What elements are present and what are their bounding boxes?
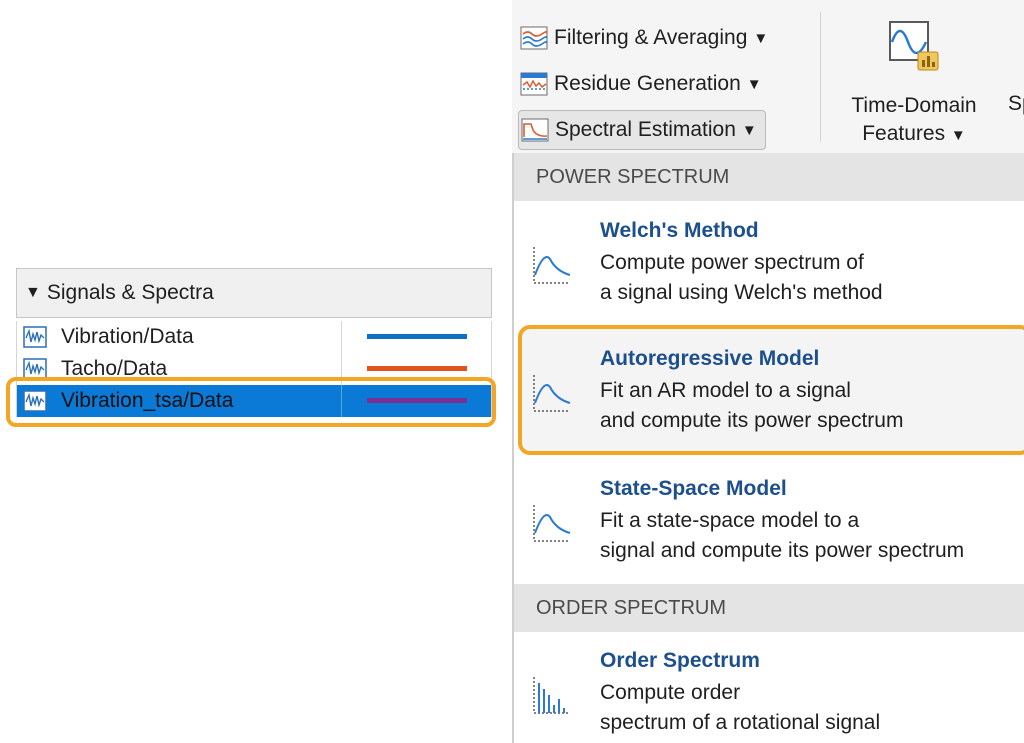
time-domain-features-button[interactable]: Time-Domain Features ▼ <box>830 18 998 148</box>
spectrum-curve-icon <box>533 247 571 284</box>
order-spectrum-title: Order Spectrum <box>600 649 760 672</box>
column-divider <box>341 321 342 353</box>
signal-color-swatch[interactable] <box>367 366 467 371</box>
spectral-estimation-label: Spectral Estimation <box>555 118 736 141</box>
collapse-triangle-icon[interactable]: ▼ <box>25 284 41 302</box>
residue-generation-button[interactable]: Residue Generation ▼ <box>518 66 768 102</box>
chevron-down-icon: ▼ <box>950 127 966 144</box>
filtering-averaging-button[interactable]: Filtering & Averaging ▼ <box>518 20 774 56</box>
spectral-estimation-button[interactable]: Spectral Estimation ▼ <box>518 110 766 150</box>
signal-color-swatch[interactable] <box>367 334 467 339</box>
menu-item-order-spectrum[interactable]: Order Spectrum Compute order spectrum of… <box>514 643 1024 743</box>
signal-row-vibration[interactable]: Vibration/Data <box>16 321 492 353</box>
order-spectrum-bars-icon <box>533 677 570 714</box>
autoregressive-model-title: Autoregressive Model <box>600 347 820 370</box>
welchs-method-title: Welch's Method <box>600 219 759 242</box>
filter-chart-icon <box>520 26 548 50</box>
time-domain-label-line1: Time-Domain <box>851 94 977 117</box>
time-domain-label-line2: Features ▼ <box>830 120 998 150</box>
menu-item-welchs-method[interactable]: Welch's Method Compute power spectrum of… <box>514 213 1024 323</box>
welchs-method-desc2: a signal using Welch's method <box>600 281 883 304</box>
signal-waveform-icon <box>23 326 47 348</box>
chevron-down-icon: ▼ <box>741 121 757 139</box>
spectral-estimation-menu: POWER SPECTRUM Welch's Method Compute po… <box>512 153 1024 743</box>
spectral-features-label: Sp Fe <box>1008 92 1024 115</box>
spectral-features-button-partial[interactable]: Sp Fe <box>1008 90 1024 118</box>
menu-item-autoregressive-model[interactable]: Autoregressive Model Fit an AR model to … <box>514 341 1024 451</box>
state-space-model-desc1: Fit a state-space model to a <box>600 509 860 532</box>
spectrum-curve-icon <box>533 375 571 412</box>
chevron-down-icon: ▼ <box>753 29 769 47</box>
signals-spectra-header[interactable]: ▼ Signals & Spectra <box>16 268 492 318</box>
order-spectrum-desc2: spectrum of a rotational signal <box>600 711 881 734</box>
spectral-chart-icon <box>521 118 549 142</box>
toolstrip-divider <box>820 12 821 142</box>
section-header-order-spectrum: ORDER SPECTRUM <box>514 584 1024 632</box>
state-space-model-desc2: signal and compute its power spectrum <box>600 539 965 562</box>
sine-wave-icon <box>889 21 939 71</box>
residue-generation-label: Residue Generation <box>554 72 741 95</box>
residue-chart-icon <box>520 72 548 96</box>
welchs-method-desc1: Compute power spectrum of <box>600 251 864 274</box>
signal-name: Vibration/Data <box>61 325 194 348</box>
section-header-power-spectrum: POWER SPECTRUM <box>514 153 1024 201</box>
chevron-down-icon: ▼ <box>746 75 762 93</box>
menu-item-state-space-model[interactable]: State-Space Model Fit a state-space mode… <box>514 471 1024 581</box>
state-space-model-title: State-Space Model <box>600 477 787 500</box>
order-spectrum-desc1: Compute order <box>600 681 741 704</box>
highlight-selected-signal <box>6 377 496 427</box>
toolstrip: Filtering & Averaging ▼ Residue Generati… <box>512 0 1024 153</box>
filtering-averaging-label: Filtering & Averaging <box>554 26 748 49</box>
autoregressive-model-desc2: and compute its power spectrum <box>600 409 904 432</box>
autoregressive-model-desc1: Fit an AR model to a signal <box>600 379 851 402</box>
signals-spectra-title: Signals & Spectra <box>46 281 214 304</box>
time-domain-features-label: Features <box>862 122 946 145</box>
spectrum-curve-icon <box>533 505 571 542</box>
